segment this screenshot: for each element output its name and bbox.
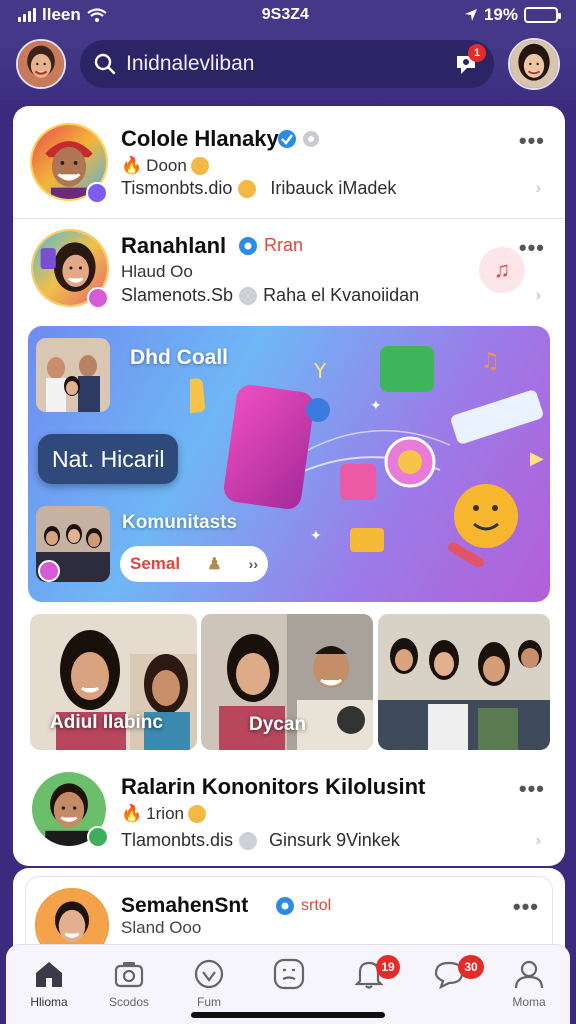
fire-icon: 🔥 <box>121 804 143 823</box>
svg-text:✦: ✦ <box>310 528 322 544</box>
camera-icon <box>114 962 144 988</box>
nav-item-notifications[interactable]: 19 <box>334 955 404 995</box>
feed-post[interactable]: Ranahlanl Rran Hlaud Oo Slamenots.Sb Rah… <box>13 219 565 319</box>
nav-item-profile[interactable]: Moma <box>494 957 564 1009</box>
photo-tile[interactable]: Dycan <box>201 614 373 750</box>
photo-caption: Adiul Ilabinc <box>50 712 163 733</box>
post-meta: Hlaud Oo <box>121 262 193 281</box>
avatar-photo <box>18 41 64 87</box>
post-author[interactable]: Ranahlanl <box>121 233 226 259</box>
post-tag: Rran <box>264 235 304 255</box>
more-options-button[interactable]: ••• <box>519 128 545 154</box>
photo-tile[interactable]: Adiul Ilabinc <box>30 614 197 750</box>
post-author[interactable]: SemahenSnt <box>121 894 248 918</box>
photo-caption: Dycan <box>249 714 307 735</box>
svg-text:Y: Y <box>313 359 327 383</box>
chevron-right-icon: › <box>535 180 541 197</box>
group-photo <box>36 338 110 412</box>
feed-post[interactable]: Ralarin Kononitors Kilolusint 🔥 1rion Tl… <box>13 762 565 866</box>
online-status-icon <box>87 287 109 309</box>
photo-strip: Adiul Ilabinc Dycan <box>28 614 550 750</box>
emoji-icon <box>238 179 257 198</box>
promo-banner[interactable]: Dhd Coall Nat. Hicaril Komunitasts Semal… <box>28 326 550 602</box>
chat-badge: 30 <box>458 955 484 979</box>
more-options-button[interactable]: ••• <box>519 776 545 802</box>
svg-text:♫: ♫ <box>480 349 500 374</box>
verified-icon <box>276 897 294 915</box>
chevron-right-icon: › <box>535 287 541 304</box>
notification-badge: 1 <box>468 44 486 62</box>
notification-badge: 19 <box>376 955 400 979</box>
search-icon <box>94 53 116 75</box>
post-meta: 🔥 Doon <box>121 156 209 176</box>
nav-item-home[interactable]: Hlioma <box>14 957 84 1009</box>
post-subline: Slamenots.Sb Raha el Kvanoiidan <box>121 285 420 305</box>
online-status-icon <box>86 182 108 204</box>
online-status-icon <box>38 560 60 582</box>
status-bar: lleen 9S3Z4 19% <box>0 0 576 30</box>
emoji-icon <box>239 286 258 305</box>
nav-item-fum[interactable]: Fum <box>174 957 244 1009</box>
more-options-button[interactable]: ••• <box>519 235 545 261</box>
post-author[interactable]: Ralarin Kononitors Kilolusint <box>121 774 425 800</box>
signal-icon <box>18 8 36 22</box>
verified-icon <box>278 130 296 148</box>
nav-item-scodos[interactable]: Scodos <box>94 957 164 1009</box>
wifi-icon <box>87 8 107 22</box>
music-note-icon: ♫ <box>493 257 511 282</box>
post-subline: Tlamonbts.dis Ginsurk 9Vinkek <box>121 830 400 850</box>
online-status-icon <box>87 826 109 848</box>
nav-item-chat[interactable]: 30 <box>414 955 484 995</box>
emoji-icon <box>187 805 206 823</box>
search-bar[interactable]: Inidnalevliban 1 <box>80 40 494 88</box>
battery-percent: 19% <box>483 5 518 24</box>
more-options-button[interactable]: ••• <box>513 894 539 920</box>
my-avatar[interactable] <box>16 39 66 89</box>
photo-tile[interactable] <box>378 614 550 750</box>
svg-text:✦: ✦ <box>370 398 382 414</box>
fire-icon: 🔥 <box>121 156 143 175</box>
banner-chip[interactable]: Nat. Hicaril <box>38 434 179 484</box>
home-icon <box>36 962 62 987</box>
heart-icon <box>194 959 224 989</box>
svg-text:▶: ▶ <box>530 448 544 469</box>
clock: 9S3Z4 <box>261 6 309 23</box>
post-subline: Tismonbts.dio Iribauck iMadek <box>121 178 397 198</box>
carrier-label: lleen <box>42 5 81 24</box>
post-author[interactable]: Colole Hlanaky <box>121 126 279 152</box>
settings-icon <box>303 131 319 147</box>
phone-illustration: ♫ Y ✦ ✦ ▶ <box>190 346 544 568</box>
feed-post[interactable]: Colole Hlanaky 🔥 Doon Tismonbts.dio Irib… <box>13 106 565 218</box>
post-meta: Sland Ooo <box>121 918 202 937</box>
avatar-photo <box>510 40 558 88</box>
emoji-icon <box>239 831 258 850</box>
profile-avatar[interactable] <box>508 38 560 90</box>
post-tag: srtol <box>301 897 332 914</box>
battery-icon <box>523 7 561 23</box>
app-header: Inidnalevliban 1 <box>0 30 576 100</box>
face-icon <box>273 958 305 990</box>
chevron-right-icon: › <box>535 832 541 849</box>
feed-card: Colole Hlanaky 🔥 Doon Tismonbts.dio Irib… <box>13 106 565 866</box>
notification-button[interactable]: 1 <box>448 44 486 82</box>
post-meta: 🔥 1rion <box>121 804 206 824</box>
nav-item-face[interactable] <box>254 957 324 995</box>
profile-icon <box>514 960 544 989</box>
emoji-icon <box>190 157 209 175</box>
home-indicator <box>191 1012 385 1018</box>
location-icon <box>464 9 477 21</box>
verified-icon <box>239 237 257 255</box>
search-placeholder: Inidnalevliban <box>126 52 255 75</box>
